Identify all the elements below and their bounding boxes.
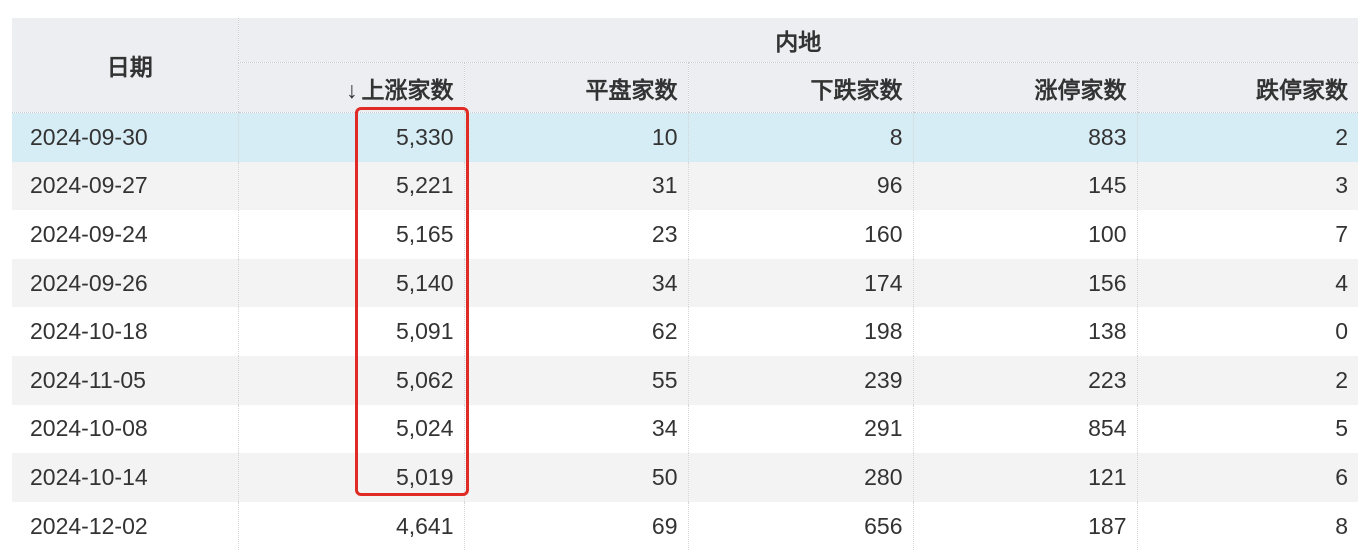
table-row[interactable]: 2024-10-14 5,019 50 280 121 6 <box>12 453 1359 502</box>
limit-up-count-cell: 121 <box>912 453 1137 502</box>
up-count-cell: 4,641 <box>237 501 464 551</box>
limit-up-count-cell: 223 <box>912 355 1137 405</box>
up-count-cell: 5,221 <box>237 161 464 211</box>
up-count-cell: 5,062 <box>237 355 464 405</box>
limit-down-count-cell: 8 <box>1136 501 1359 551</box>
down-count-cell: 280 <box>687 453 913 502</box>
table-row[interactable]: 2024-10-08 5,024 34 291 854 5 <box>12 404 1359 454</box>
date-cell: 2024-09-27 <box>12 161 238 211</box>
flat-count-cell: 34 <box>463 404 688 454</box>
date-cell: 2024-10-08 <box>12 404 238 454</box>
limit-down-count-cell: 2 <box>1136 355 1359 405</box>
limit-down-count-cell: 2 <box>1136 112 1359 162</box>
limit-down-count-cell: 0 <box>1136 307 1359 356</box>
limit-down-count-cell: 6 <box>1136 453 1359 502</box>
up-count-header-label: 上涨家数 <box>361 76 454 103</box>
table-row[interactable]: 2024-09-27 5,221 31 96 145 3 <box>12 161 1359 211</box>
limit-up-count-column-header[interactable]: 涨停家数 <box>912 62 1137 113</box>
date-cell: 2024-09-26 <box>12 258 238 308</box>
down-count-cell: 656 <box>687 501 913 551</box>
down-count-cell: 8 <box>687 112 913 162</box>
limit-up-count-cell: 854 <box>912 404 1137 454</box>
down-count-cell: 96 <box>687 161 913 211</box>
flat-count-cell: 50 <box>463 453 688 502</box>
limit-down-count-cell: 4 <box>1136 258 1359 308</box>
down-count-cell: 198 <box>687 307 913 356</box>
limit-up-count-cell: 138 <box>912 307 1137 356</box>
date-cell: 2024-10-14 <box>12 453 238 502</box>
limit-up-count-cell: 100 <box>912 210 1137 259</box>
flat-count-column-header[interactable]: 平盘家数 <box>463 62 688 113</box>
table-row[interactable]: 2024-09-26 5,140 34 174 156 4 <box>12 258 1359 308</box>
date-cell: 2024-11-05 <box>12 355 238 405</box>
limit-down-count-cell: 3 <box>1136 161 1359 211</box>
flat-count-cell: 55 <box>463 355 688 405</box>
limit-down-count-column-header[interactable]: 跌停家数 <box>1136 62 1359 113</box>
table-row[interactable]: 2024-09-30 5,330 10 8 883 2 <box>12 112 1359 162</box>
limit-down-count-cell: 7 <box>1136 210 1359 259</box>
limit-up-count-cell: 187 <box>912 501 1137 551</box>
flat-count-cell: 62 <box>463 307 688 356</box>
date-column-header[interactable]: 日期 <box>12 18 238 113</box>
date-cell: 2024-10-18 <box>12 307 238 356</box>
up-count-cell: 5,330 <box>237 112 464 162</box>
table-row[interactable]: 2024-12-02 4,641 69 656 187 8 <box>12 501 1359 551</box>
date-cell: 2024-09-30 <box>12 112 238 162</box>
flat-count-cell: 23 <box>463 210 688 259</box>
up-count-cell: 5,024 <box>237 404 464 454</box>
down-count-cell: 174 <box>687 258 913 308</box>
date-cell: 2024-09-24 <box>12 210 238 259</box>
market-breadth-table: 日期 内地 ↓ 上涨家数 平盘家数 下跌家数 涨停家数 跌停家数 2024-09-… <box>12 18 1359 551</box>
flat-count-cell: 34 <box>463 258 688 308</box>
group-header-mainland: 内地 <box>237 18 1359 63</box>
up-count-column-header[interactable]: ↓ 上涨家数 <box>237 62 464 113</box>
header-group-row: 日期 内地 <box>12 18 1359 113</box>
flat-count-cell: 31 <box>463 161 688 211</box>
limit-up-count-cell: 145 <box>912 161 1137 211</box>
up-count-cell: 5,019 <box>237 453 464 502</box>
flat-count-cell: 69 <box>463 501 688 551</box>
date-cell: 2024-12-02 <box>12 501 238 551</box>
table-body: 2024-09-30 5,330 10 8 883 2 2024-09-27 5,221 31 9… <box>12 112 1359 551</box>
up-count-cell: 5,165 <box>237 210 464 259</box>
limit-down-count-cell: 5 <box>1136 404 1359 454</box>
table-header: 日期 内地 ↓ 上涨家数 平盘家数 下跌家数 涨停家数 跌停家数 <box>12 18 1359 113</box>
up-count-cell: 5,091 <box>237 307 464 356</box>
table-row[interactable]: 2024-11-05 5,062 55 239 223 2 <box>12 355 1359 405</box>
limit-up-count-cell: 156 <box>912 258 1137 308</box>
down-count-column-header[interactable]: 下跌家数 <box>687 62 913 113</box>
table-row[interactable]: 2024-10-18 5,091 62 198 138 0 <box>12 307 1359 356</box>
sort-descending-icon[interactable]: ↓ <box>346 77 358 103</box>
up-count-cell: 5,140 <box>237 258 464 308</box>
limit-up-count-cell: 883 <box>912 112 1137 162</box>
down-count-cell: 239 <box>687 355 913 405</box>
table-row[interactable]: 2024-09-24 5,165 23 160 100 7 <box>12 210 1359 259</box>
flat-count-cell: 10 <box>463 112 688 162</box>
down-count-cell: 291 <box>687 404 913 454</box>
down-count-cell: 160 <box>687 210 913 259</box>
